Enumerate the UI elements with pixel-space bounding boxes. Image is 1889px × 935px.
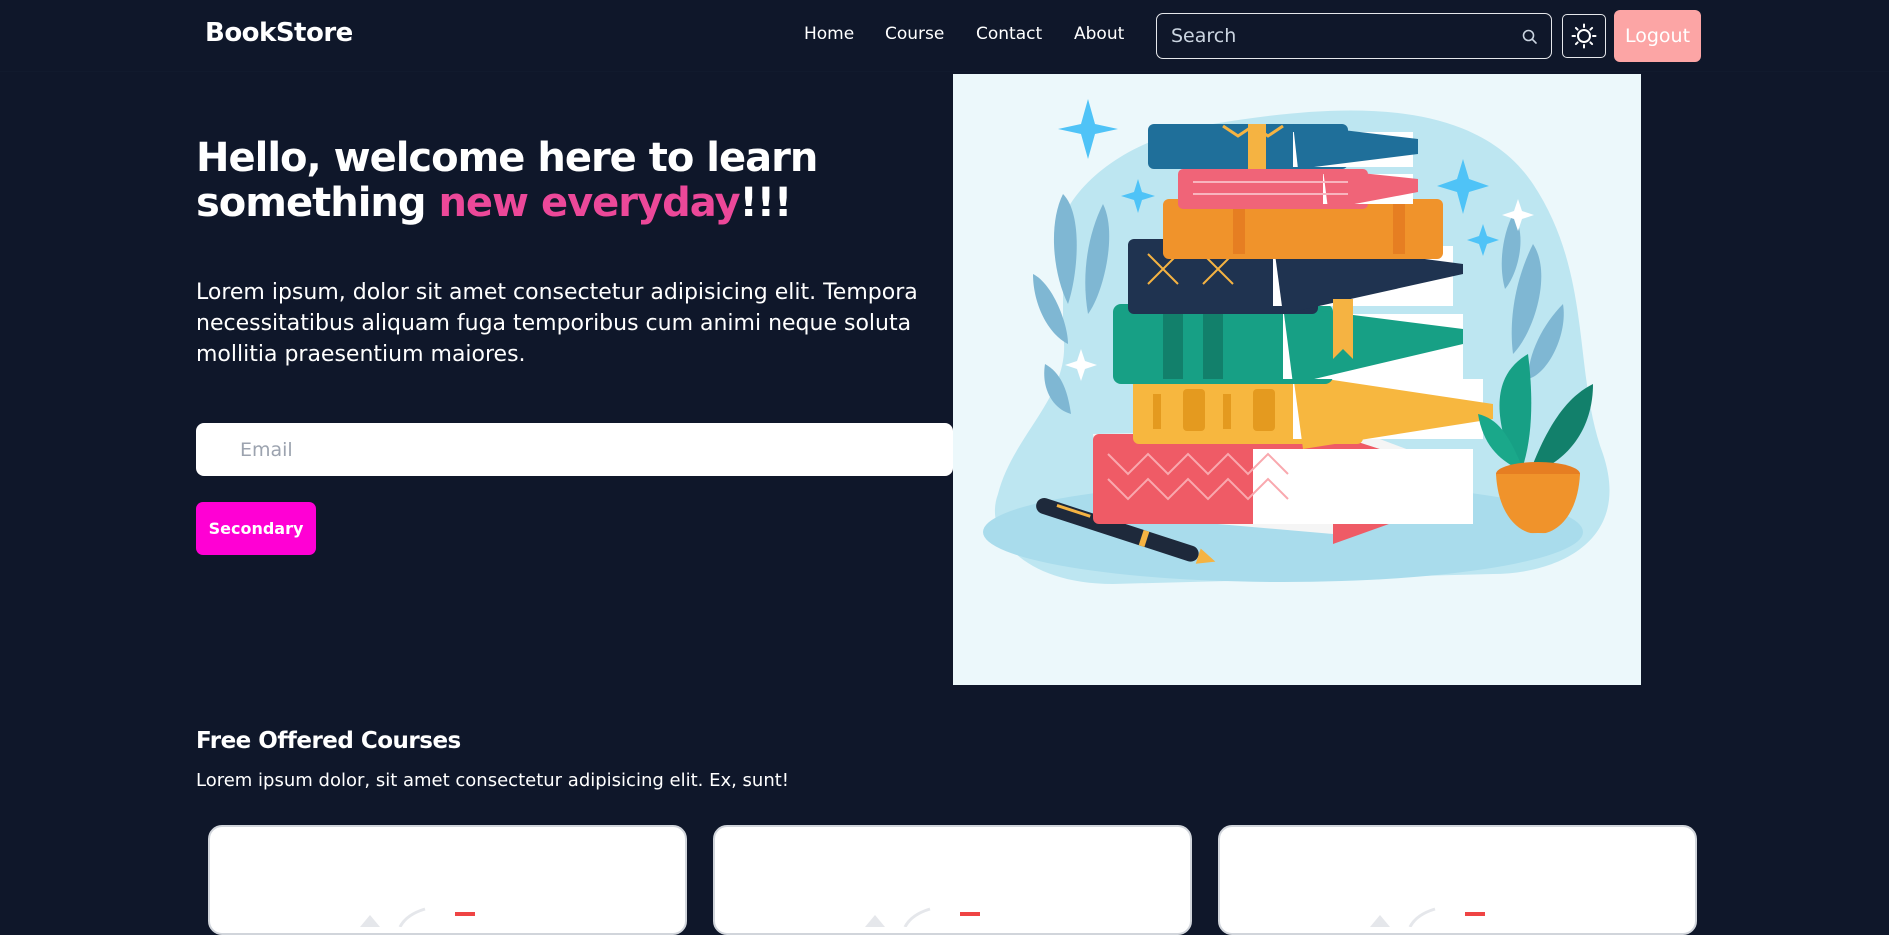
- email-field-wrapper: [196, 423, 953, 476]
- course-card[interactable]: [208, 825, 687, 935]
- secondary-button[interactable]: Secondary: [196, 502, 316, 555]
- nav-link-contact[interactable]: Contact: [976, 24, 1042, 44]
- hero-title-accent: new everyday: [438, 180, 740, 226]
- hero-title-line1: Hello, welcome here to learn: [196, 135, 818, 181]
- hero-illustration: [953, 74, 1641, 685]
- search-box: [1156, 13, 1552, 59]
- search-icon[interactable]: [1521, 28, 1539, 46]
- nav-link-about[interactable]: About: [1074, 24, 1124, 44]
- section-description: Lorem ipsum dolor, sit amet consectetur …: [196, 770, 790, 791]
- books-stack-illustration: [983, 99, 1610, 585]
- course-thumbnail: [1370, 907, 1485, 927]
- search-input[interactable]: [1171, 22, 1501, 50]
- hero-title-suffix: !!!: [739, 180, 793, 226]
- hero-description: Lorem ipsum, dolor sit amet consectetur …: [196, 280, 918, 367]
- email-field[interactable]: [240, 435, 930, 465]
- navbar: BookStore Home Course Contact About Sear…: [0, 0, 1889, 72]
- hero-title: Hello, welcome here to learn something n…: [196, 136, 956, 226]
- sun-icon: [1571, 23, 1597, 49]
- logout-button[interactable]: Logout: [1614, 10, 1701, 62]
- course-thumbnail: [865, 907, 980, 927]
- theme-toggle-button[interactable]: [1562, 14, 1606, 58]
- brand-logo[interactable]: BookStore: [205, 18, 353, 48]
- section-title: Free Offered Courses: [196, 728, 461, 754]
- course-card[interactable]: [1218, 825, 1697, 935]
- nav-link-home[interactable]: Home: [804, 24, 854, 44]
- hero-title-prefix: something: [196, 180, 439, 226]
- course-thumbnail: [360, 907, 475, 927]
- course-card[interactable]: [713, 825, 1192, 935]
- nav-link-course[interactable]: Course: [885, 24, 944, 44]
